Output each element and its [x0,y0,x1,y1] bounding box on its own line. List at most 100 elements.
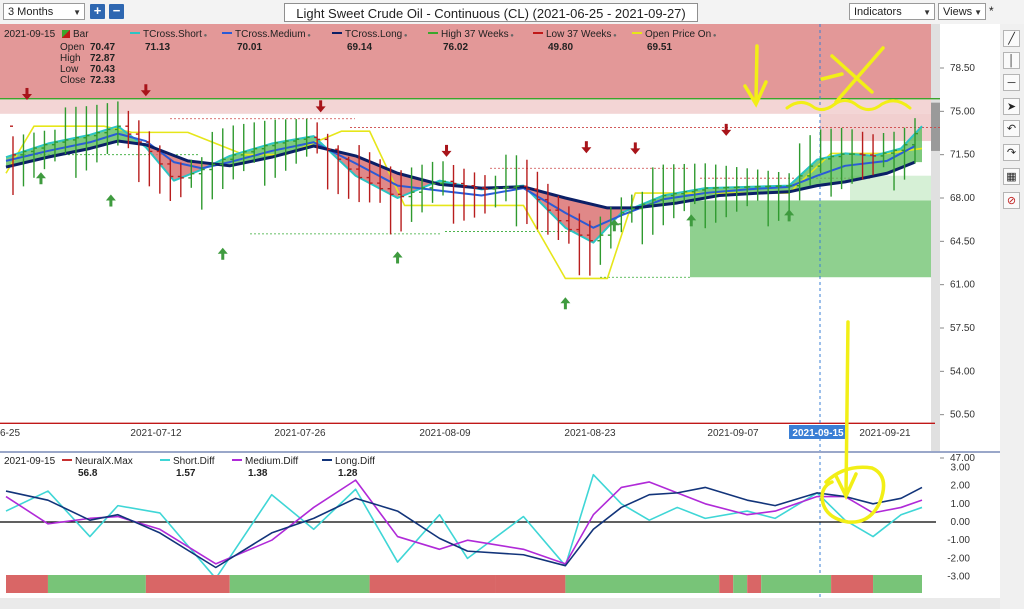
legend-name: Low 37 Weeks [546,29,612,40]
open-label: Open [60,42,85,53]
osc-tick-label: -2.00 [947,553,970,564]
swatch-icon [632,32,642,34]
price-tick-label: 50.50 [950,410,975,421]
low-value: 70.43 [90,64,116,75]
chevron-down-icon: ▼ [923,8,931,17]
settings-dot-icon[interactable]: ● [611,33,617,39]
osc-legend-item: Short.Diff [160,456,215,467]
resistance-band [0,98,940,114]
swatch-icon [533,32,543,34]
high-label: High [60,53,81,64]
neuralx-band [733,575,748,593]
osc-legend-date: 2021-09-15 [4,456,56,467]
pin-icon[interactable]: * [989,4,994,18]
swatch-icon [232,459,242,461]
buy-arrow-icon [221,252,225,260]
low-label: Low [60,64,79,75]
legend-value: 69.14 [347,42,373,53]
neuralx-band [873,575,922,593]
settings-dot-icon[interactable]: ● [509,33,514,39]
sell-arrow-icon [584,141,588,149]
price-tick-label: 68.00 [950,193,975,204]
osc-legend-name: NeuralX.Max [75,456,133,467]
close-label: Close [60,75,86,86]
osc-legend-name: Medium.Diff [245,456,299,467]
legend-name: TCross.Medium [235,29,306,40]
cursor-icon[interactable]: ➤ [1003,98,1020,115]
osc-tick-label: 1.00 [951,499,971,510]
neuralx-band [6,575,48,593]
price-chart[interactable]: 78.50 75.00 71.50 68.00 64.50 61.00 57.50 54.00… [0,24,1000,609]
legend-value: 70.01 [237,42,263,53]
legend-name: TCross.Long [345,29,403,40]
legend-value: 76.02 [443,42,469,53]
neuralx-band [761,575,832,593]
views-menu[interactable]: Views ▼ [938,3,986,20]
neuralx-band [145,575,230,593]
price-tick-label: 71.50 [950,150,975,161]
neuralx-band [831,575,874,593]
settings-dot-icon[interactable]: ● [306,33,311,39]
legend-name: High 37 Weeks [441,29,509,40]
settings-dot-icon[interactable]: ● [402,33,408,39]
osc-tick-label: 2.00 [951,481,971,492]
swatch-icon [130,32,140,34]
bar-label: Bar [73,29,89,40]
sell-arrow-icon [144,84,148,92]
neuralx-band [747,575,762,593]
calendar-icon[interactable]: ▦ [1003,168,1020,185]
chevron-down-icon: ▼ [974,8,982,17]
zoom-out-button[interactable]: − [109,4,124,19]
redo-icon[interactable]: ↷ [1003,144,1020,161]
bar-swatch-icon [62,30,70,38]
price-scroll-thumb [931,102,940,151]
sell-arrow-icon [25,87,29,95]
indicators-menu[interactable]: Indicators ▼ [849,3,935,20]
neuralx-band [719,575,734,593]
osc-tick-label: -3.00 [947,572,970,583]
price-tick-label: 64.50 [950,236,975,247]
price-tick-label: 75.00 [950,106,975,117]
price-tick-label: 57.50 [950,323,975,334]
osc-tick-label: 3.00 [951,462,971,473]
osc-legend-item: NeuralX.Max [62,456,133,467]
legend-name: Open Price On [645,29,712,40]
zoom-in-button[interactable]: + [90,4,105,19]
price-tick-label: 54.00 [950,366,975,377]
legend-item: TCross.Short ● [130,29,207,40]
indicators-label: Indicators [854,6,902,18]
osc-legend-value: 1.38 [248,468,268,479]
buy-arrow-icon [612,224,616,232]
price-tick-label: 61.00 [950,280,975,291]
legend-item: Low 37 Weeks ● [533,29,617,40]
buy-arrow-icon [39,177,43,185]
date-tick-label: 2021-07-12 [130,428,182,439]
legend-date: 2021-09-15 [4,29,56,40]
settings-dot-icon[interactable]: ● [711,33,717,39]
neuralx-band [47,575,146,593]
swatch-icon [322,459,332,461]
period-select[interactable]: 3 Months ▼ [3,3,85,20]
draw-line-icon[interactable]: ╱ [1003,30,1020,47]
views-label: Views [943,6,973,18]
horizontal-line-icon[interactable]: ─ [1003,74,1020,91]
neuralx-band [369,575,496,593]
buy-arrow-icon [396,256,400,264]
date-tick-label: 2021-09-21 [859,428,911,439]
legend-item: High 37 Weeks ● [428,29,514,40]
date-tick-label: 2021-09-07 [707,428,759,439]
date-tick-label: 2021-07-26 [274,428,326,439]
osc-legend-value: 56.8 [78,468,98,479]
neuralx-band [229,575,370,593]
legend-name: TCross.Short [143,29,202,40]
settings-dot-icon[interactable]: ● [202,33,208,39]
erase-icon[interactable]: ⊘ [1003,192,1020,209]
undo-icon[interactable]: ↶ [1003,120,1020,137]
vertical-line-icon[interactable]: │ [1003,52,1020,69]
buy-arrow-icon [689,219,693,227]
legend-item: TCross.Medium ● [222,29,311,40]
neuralx-band [495,575,566,593]
support-zone [690,200,940,278]
osc-legend-item: Long.Diff [322,456,375,467]
osc-tick-label: -1.00 [947,535,970,546]
